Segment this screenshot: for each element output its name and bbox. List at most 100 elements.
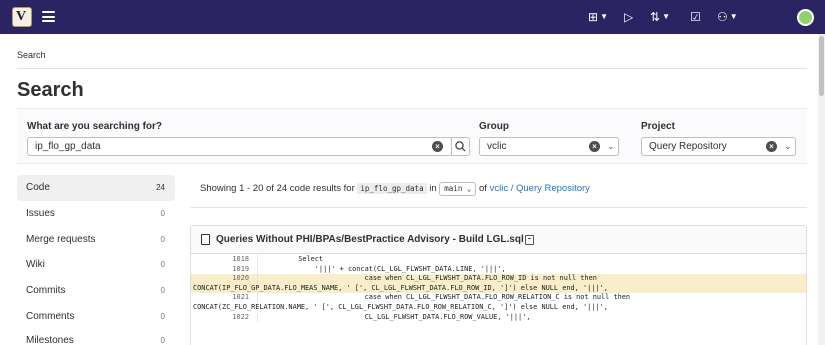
sidebar-item-wiki[interactable]: Wiki 0	[17, 252, 175, 278]
chevron-down-icon: ⌄	[607, 141, 615, 151]
todo-glyph: ☑	[690, 10, 701, 24]
results-of-text: of	[479, 183, 487, 194]
sidebar-item-count: 0	[160, 260, 165, 269]
code-line-wrap: CONCAT(ZC_FLO_RELATION.NAME, ' [', CL_LG…	[191, 302, 806, 313]
clear-icon[interactable]: ×	[432, 141, 443, 152]
project-select[interactable]: Query Repository × ⌄	[641, 137, 796, 156]
code-text: CONCAT(ZC_FLO_RELATION.NAME, ' [', CL_LG…	[193, 302, 608, 311]
sidebar-item-count: 0	[160, 235, 165, 244]
page-title: Search	[17, 79, 84, 101]
logo-letter: V	[16, 9, 27, 24]
sidebar-item-count: 0	[160, 336, 165, 345]
results-summary: Showing 1 - 20 of 24 code results for ip…	[200, 182, 590, 196]
line-number[interactable]: 1018	[191, 255, 249, 265]
merge-request-glyph: ⇅	[650, 10, 661, 24]
chevron-down-icon: ▼	[729, 12, 738, 21]
code-text: CONCAT(IP_FLO_GP_DATA.FLO_MEAS_NAME, ' […	[193, 283, 608, 292]
clear-project-icon[interactable]: ×	[766, 141, 777, 152]
code-text: case when CL_LGL_FLWSHT_DATA.FLO_ROW_REL…	[265, 293, 631, 302]
code-text: Select	[265, 255, 324, 263]
gutter	[257, 264, 258, 275]
search-input-value: ip_flo_gp_data	[35, 141, 101, 152]
search-term-chip: ip_flo_gp_data	[357, 183, 427, 194]
sidebar-item-merge-requests[interactable]: Merge requests 0	[17, 227, 175, 253]
plus-square-icon[interactable]: ⊞ ▼	[588, 10, 608, 24]
todo-icon[interactable]: ☑	[690, 10, 701, 24]
group-select[interactable]: vclic × ⌄	[479, 137, 619, 156]
branch-name: main	[444, 184, 463, 193]
search-icon	[455, 141, 466, 152]
file-header: Queries Without PHI/BPAs/BestPractice Ad…	[191, 226, 806, 254]
sidebar-item-label: Commits	[26, 285, 66, 296]
sidebar-item-count: 24	[156, 183, 165, 192]
line-number[interactable]: 1020	[191, 274, 249, 284]
sidebar-item-count: 0	[160, 209, 165, 218]
line-number[interactable]: 1022	[191, 313, 249, 323]
sidebar-item-comments[interactable]: Comments 0	[17, 304, 175, 330]
search-input[interactable]: ip_flo_gp_data ×	[27, 137, 452, 156]
branch-dropdown[interactable]: main ⌄	[439, 182, 477, 196]
menu-icon[interactable]	[42, 11, 55, 22]
code-line: 1019 '|||' + concat(CL_LGL_FLWSHT_DATA.L…	[191, 264, 806, 275]
clear-group-icon[interactable]: ×	[589, 141, 600, 152]
code-line-highlighted: 1020 case when CL_LGL_FLWSHT_DATA.FLO_RO…	[191, 274, 806, 284]
project-select-value: Query Repository	[649, 141, 727, 152]
sidebar-item-label: Merge requests	[26, 234, 96, 245]
results-in-text: in	[429, 183, 437, 194]
avatar[interactable]	[797, 9, 814, 26]
group-select-value: vclic	[487, 141, 507, 152]
sidebar-item-count: 0	[160, 312, 165, 321]
sidebar-item-label: Code	[26, 182, 50, 193]
gutter	[257, 293, 258, 303]
chevron-down-icon: ▼	[600, 12, 608, 21]
copy-icon[interactable]	[525, 235, 534, 245]
code-text: case when CL_LGL_FLWSHT_DATA.FLO_ROW_ID …	[265, 274, 597, 283]
gutter	[257, 274, 258, 284]
help-glyph: ⚇	[717, 10, 728, 24]
sidebar-item-label: Wiki	[26, 259, 45, 270]
issues-glyph: ▷	[624, 10, 634, 24]
chevron-down-icon: ⌄	[784, 141, 792, 151]
plus-square-glyph: ⊞	[588, 10, 599, 24]
code-line: 1021 case when CL_LGL_FLWSHT_DATA.FLO_RO…	[191, 293, 806, 303]
help-icon[interactable]: ⚇ ▼	[717, 10, 738, 24]
code-text: '|||' + concat(CL_LGL_FLWSHT_DATA.LINE, …	[265, 264, 506, 273]
logo[interactable]: V	[12, 7, 32, 27]
code-text: CL_LGL_FLWSHT_DATA.FLO_ROW_VALUE, '|||',	[265, 312, 531, 321]
sidebar-item-code[interactable]: Code 24	[17, 175, 175, 201]
chevron-down-icon: ⌄	[466, 184, 472, 193]
file-title-link[interactable]: Queries Without PHI/BPAs/BestPractice Ad…	[216, 234, 524, 245]
code-line-highlighted-wrap: CONCAT(IP_FLO_GP_DATA.FLO_MEAS_NAME, ' […	[191, 283, 806, 294]
gutter	[257, 255, 258, 265]
merge-request-icon[interactable]: ⇅ ▼	[650, 10, 670, 24]
sidebar-item-count: 0	[160, 286, 165, 295]
scrollbar-thumb[interactable]	[819, 36, 824, 96]
project-label: Project	[641, 121, 675, 132]
sidebar-item-issues[interactable]: Issues 0	[17, 201, 175, 227]
sidebar-item-label: Issues	[26, 208, 55, 219]
project-link[interactable]: vclic / Query Repository	[490, 183, 590, 194]
code-line: 1018 Select	[191, 255, 806, 265]
issues-icon[interactable]: ▷	[624, 10, 633, 24]
page-scrollbar[interactable]	[818, 34, 825, 345]
line-number[interactable]: 1019	[191, 265, 249, 275]
code-line: 1022 CL_LGL_FLWSHT_DATA.FLO_ROW_VALUE, '…	[191, 312, 806, 323]
gutter	[257, 312, 258, 323]
breadcrumb-divider	[17, 68, 807, 69]
line-number[interactable]: 1021	[191, 293, 249, 303]
results-prefix: Showing 1 - 20 of 24 code results for	[200, 183, 355, 194]
chevron-down-icon: ▼	[662, 12, 670, 21]
search-button[interactable]	[451, 137, 470, 156]
breadcrumb[interactable]: Search	[17, 50, 46, 60]
search-label: What are you searching for?	[27, 121, 163, 132]
file-icon	[201, 234, 210, 245]
top-navbar: V ⊞ ▼ ▷ ⇅ ▼ ☑ ⚇ ▼	[0, 0, 825, 34]
sidebar-item-label: Milestones	[26, 335, 74, 345]
sidebar-item-commits[interactable]: Commits 0	[17, 278, 175, 304]
code-snippet: 1018 Select 1019 '|||' + concat(CL_LGL_F…	[191, 255, 806, 323]
file-result: Queries Without PHI/BPAs/BestPractice Ad…	[190, 225, 807, 345]
sidebar-item-milestones[interactable]: Milestones 0	[17, 328, 175, 345]
sidebar-item-label: Comments	[26, 311, 75, 322]
group-label: Group	[479, 121, 509, 132]
results-divider	[190, 207, 807, 208]
